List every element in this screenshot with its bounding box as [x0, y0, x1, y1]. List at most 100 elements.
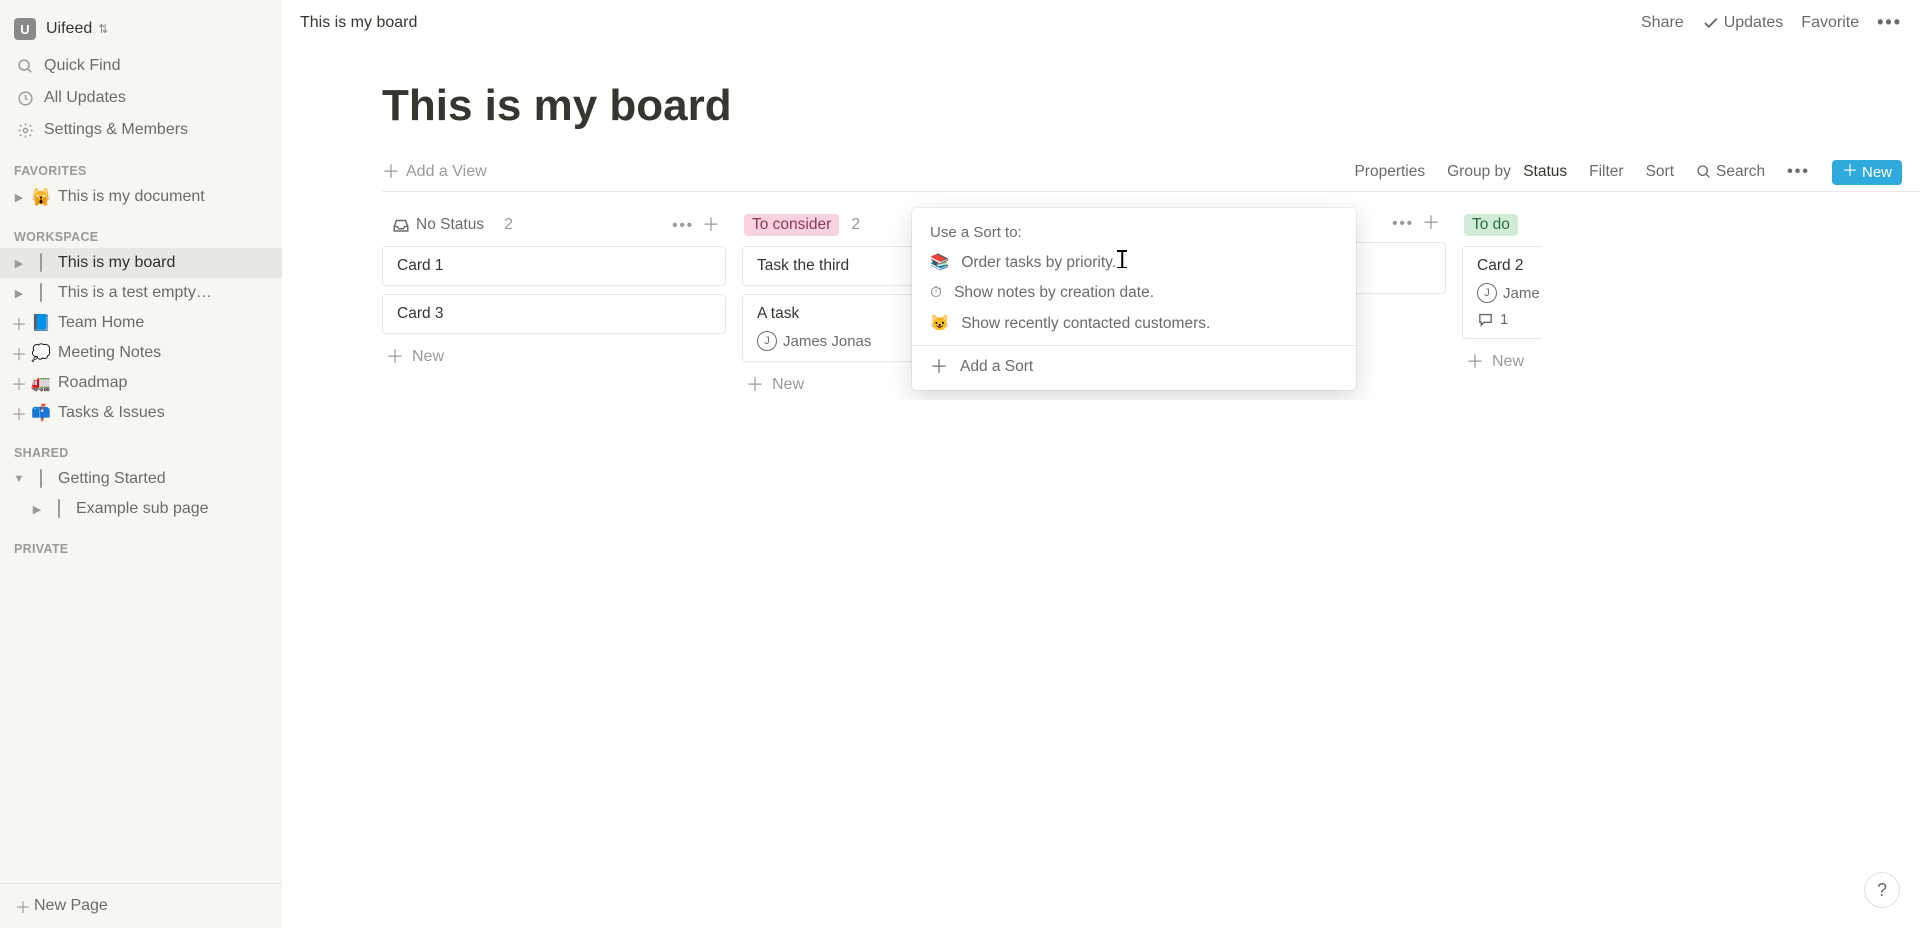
chevron-right-icon[interactable]: ▶: [28, 503, 46, 516]
column-new-button[interactable]: ＋ New: [1462, 347, 1542, 377]
chevron-right-icon[interactable]: ▶: [10, 257, 28, 270]
status-tag[interactable]: No Status: [384, 214, 492, 236]
plus-icon: ＋: [14, 894, 32, 918]
new-page-button[interactable]: ＋ New Page: [0, 883, 282, 928]
assignee-name: Jame: [1503, 285, 1540, 302]
sidebar-item-fav-0[interactable]: ▶ 🙀 This is my document: [0, 182, 282, 212]
plus-icon: ＋: [746, 376, 764, 394]
breadcrumb[interactable]: This is my board: [300, 14, 417, 32]
group-by-button[interactable]: Group by Status: [1447, 163, 1567, 181]
column-count: 2: [851, 216, 860, 234]
favorite-button[interactable]: Favorite: [1801, 14, 1859, 32]
section-workspace: WORKSPACE: [0, 212, 282, 248]
column-hidden: ••• ＋ Use a Sort to: 📚 Order tasks by pr…: [1102, 214, 1446, 400]
properties-button[interactable]: Properties: [1354, 163, 1425, 181]
sidebar-item-example-sub[interactable]: ▶ Example sub page: [0, 494, 282, 524]
column-new-button[interactable]: ＋ New: [382, 342, 726, 372]
stopwatch-icon: ⏱: [930, 284, 942, 302]
search-icon: [1696, 164, 1712, 180]
chevron-right-icon[interactable]: ▶: [10, 191, 28, 204]
plus-icon[interactable]: ＋: [10, 371, 28, 395]
page-icon: [48, 500, 70, 518]
topbar: This is my board Share Updates Favorite …: [282, 0, 1920, 41]
comment-count: 1: [1500, 311, 1508, 328]
card[interactable]: Card 1: [382, 246, 726, 286]
card[interactable]: Card 2 J Jame 1: [1462, 246, 1542, 339]
popup-item-label: Show notes by creation date.: [954, 284, 1154, 302]
more-icon[interactable]: •••: [1877, 12, 1902, 33]
group-by-value: Status: [1523, 163, 1567, 181]
filter-button[interactable]: Filter: [1589, 163, 1623, 181]
status-name: No Status: [416, 216, 484, 234]
divider: [912, 345, 1356, 346]
popup-title: Use a Sort to:: [912, 216, 1356, 247]
comment-icon: [1477, 311, 1494, 328]
plus-icon[interactable]: ＋: [10, 401, 28, 425]
card-title: Card 1: [397, 257, 711, 275]
sidebar-item-label: Team Home: [58, 314, 144, 332]
more-icon[interactable]: •••: [668, 217, 698, 234]
plus-icon[interactable]: ＋: [698, 216, 724, 234]
status-tag[interactable]: To consider: [744, 214, 839, 236]
section-shared: SHARED: [0, 428, 282, 464]
share-button[interactable]: Share: [1641, 14, 1684, 32]
sidebar-item-label: This is my document: [58, 188, 205, 206]
new-button[interactable]: ＋ New: [1832, 160, 1902, 185]
status-name: To do: [1472, 216, 1510, 234]
avatar-icon: J: [1477, 283, 1497, 303]
page-title[interactable]: This is my board: [382, 81, 1920, 131]
sidebar-item-getting-started[interactable]: ▼ Getting Started: [0, 464, 282, 494]
column-header: No Status 2 ••• ＋: [382, 214, 726, 236]
add-view-button[interactable]: ＋ Add a View: [382, 159, 487, 185]
all-updates[interactable]: All Updates: [0, 82, 282, 114]
more-icon[interactable]: •••: [1388, 215, 1418, 232]
plus-icon: ＋: [382, 163, 400, 181]
workspace-icon: U: [14, 18, 36, 40]
workspace-switcher[interactable]: U Uifeed ⇅: [0, 12, 282, 50]
page-content: This is my board ＋ Add a View Properties…: [282, 41, 1920, 928]
settings-members[interactable]: Settings & Members: [0, 114, 282, 146]
sort-example-priority[interactable]: 📚 Order tasks by priority.: [912, 247, 1356, 278]
more-icon[interactable]: •••: [1787, 163, 1810, 181]
quick-find[interactable]: Quick Find: [0, 50, 282, 82]
sidebar-item-tasks-issues[interactable]: ＋ 📫 Tasks & Issues: [0, 398, 282, 428]
sort-example-customers[interactable]: 😺 Show recently contacted customers.: [912, 308, 1356, 339]
updates-button[interactable]: Updates: [1702, 14, 1784, 32]
plus-icon: ＋: [1842, 164, 1858, 180]
chevron-down-icon[interactable]: ▼: [10, 473, 28, 485]
card[interactable]: Card 3: [382, 294, 726, 334]
sidebar-item-label: Tasks & Issues: [58, 404, 165, 422]
page-emoji-icon: 📫: [30, 403, 52, 423]
updates-label: Updates: [1724, 14, 1784, 32]
new-label: New: [412, 348, 444, 366]
sidebar-item-roadmap[interactable]: ＋ 🚛 Roadmap: [0, 368, 282, 398]
card-assignee: J Jame: [1477, 283, 1542, 303]
settings-label: Settings & Members: [44, 121, 188, 139]
sidebar-item-label: Meeting Notes: [58, 344, 161, 362]
sort-example-date[interactable]: ⏱ Show notes by creation date.: [912, 278, 1356, 308]
search-button[interactable]: Search: [1696, 163, 1765, 181]
chevron-right-icon[interactable]: ▶: [10, 287, 28, 300]
quick-find-label: Quick Find: [44, 57, 120, 75]
plus-icon: ＋: [386, 348, 404, 366]
plus-icon[interactable]: ＋: [1418, 214, 1444, 232]
page-icon: [30, 254, 52, 272]
sidebar-item-label: Roadmap: [58, 374, 127, 392]
workspace-name: Uifeed: [46, 20, 92, 38]
add-sort-button[interactable]: ＋ Add a Sort: [912, 352, 1356, 382]
sidebar-item-test-empty[interactable]: ▶ This is a test empty…: [0, 278, 282, 308]
status-tag[interactable]: To do: [1464, 214, 1518, 236]
sort-button[interactable]: Sort: [1646, 163, 1674, 181]
new-label: New: [1862, 164, 1892, 181]
new-page-label: New Page: [34, 897, 108, 915]
sidebar-item-team-home[interactable]: ＋ 📘 Team Home: [0, 308, 282, 338]
help-button[interactable]: ?: [1864, 872, 1900, 908]
plus-icon[interactable]: ＋: [10, 341, 28, 365]
sidebar-item-meeting-notes[interactable]: ＋ 💭 Meeting Notes: [0, 338, 282, 368]
page-emoji-icon: 🚛: [30, 373, 52, 393]
search-label: Search: [1716, 163, 1765, 181]
plus-icon[interactable]: ＋: [10, 311, 28, 335]
sidebar-item-board[interactable]: ▶ This is my board: [0, 248, 282, 278]
add-view-label: Add a View: [406, 163, 487, 181]
add-sort-label: Add a Sort: [960, 358, 1033, 376]
